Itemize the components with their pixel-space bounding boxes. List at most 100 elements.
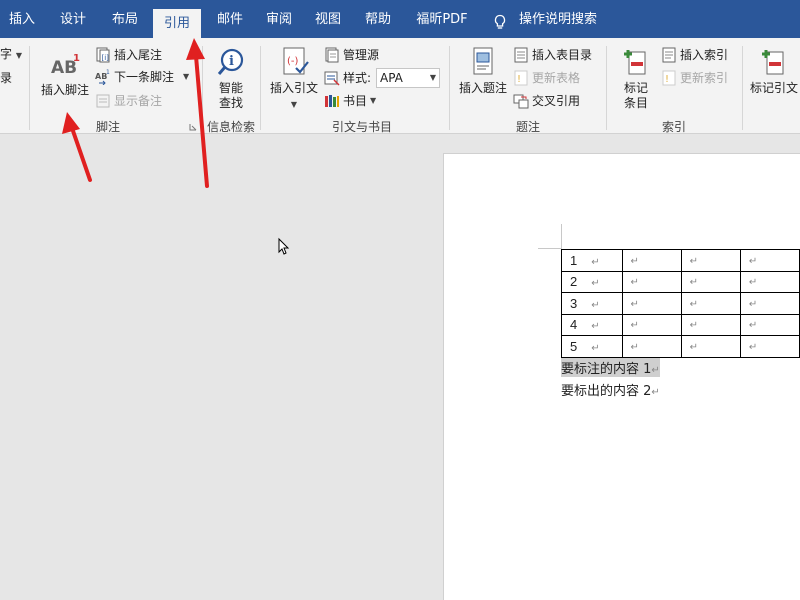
tell-me-label: 操作说明搜索 [519,12,598,27]
show-notes-icon [96,94,110,108]
table-cell[interactable]: 3 ↵ [561,292,623,315]
next-footnote-icon: AB 1 [95,69,110,85]
table-cell[interactable]: ↵ [621,292,682,315]
table-cell[interactable]: 1 ↵ [561,249,623,272]
margin-marker-horizontal [538,248,562,249]
citation-style-value: APA [380,71,403,85]
table-row: 3 ↵ ↵ ↵ ↵ [561,292,800,315]
table-cell[interactable]: ↵ [621,313,682,336]
table-cell[interactable]: ↵ [680,335,741,358]
dropdown-caret-icon: ▼ [15,51,22,60]
table-cell[interactable]: ↵ [621,335,682,358]
table-cell[interactable]: 5 ↵ [561,335,623,358]
svg-text:i: i [229,54,234,69]
table-cell[interactable]: ↵ [621,249,682,272]
tab-foxit-pdf[interactable]: 福昕PDF [406,0,478,38]
group-separator [260,46,261,130]
table-cell[interactable]: ↵ [680,270,741,293]
table-cell[interactable]: ↵ [680,249,741,272]
tab-help[interactable]: 帮助 [355,0,401,38]
bibliography-icon [325,95,339,107]
insert-citation-button[interactable]: (-) 插入引文 ▼ [267,46,321,110]
svg-text:1: 1 [73,53,80,64]
insert-citation-icon: (-) [283,47,309,75]
svg-text:!: ! [665,74,669,85]
partial-left-item-1[interactable]: 字 ▼ [0,44,22,64]
insert-table-of-figures-label: 插入表目录 [532,48,593,62]
svg-text:[i]: [i] [102,54,110,62]
table-row: 5 ↵ ↵ ↵ ↵ [561,335,800,358]
table-cell[interactable]: ↵ [739,249,800,272]
table-row: 2 ↵ ↵ ↵ ↵ [561,270,800,293]
svg-text:!: ! [517,74,521,85]
table-cell[interactable]: ↵ [739,270,800,293]
bibliography-label: 书目 [343,94,368,108]
partial-left-item-2[interactable]: 录 [0,68,12,88]
group-separator [449,46,450,130]
table-cell[interactable]: ↵ [739,335,800,358]
dropdown-caret-icon: ▼ [370,96,377,105]
group-separator [202,46,203,130]
table-cell[interactable]: ↵ [739,292,800,315]
tab-view[interactable]: 视图 [305,0,351,38]
mark-entry-icon [624,50,646,75]
document-table[interactable]: 1 ↵ ↵ ↵ ↵ 2 ↵ ↵ ↵ ↵ 3 ↵ ↵ ↵ ↵ 4 ↵ ↵ ↵ ↵ 5 ↵ ↵… [561,249,800,358]
document-line-2[interactable]: 要标出的内容 2↵ [561,380,660,399]
group-separator [606,46,607,130]
group-separator [742,46,743,130]
lightbulb-icon [494,14,506,29]
dropdown-caret-icon: ▼ [290,100,298,109]
dropdown-caret-icon: ▼ [183,72,190,81]
update-index-label: 更新索引 [680,71,729,85]
mark-citation-icon [762,50,784,75]
style-label: 样式: [343,71,372,85]
insert-endnote-label: 插入尾注 [114,48,163,62]
table-cell[interactable]: ↵ [680,292,741,315]
mouse-cursor-icon [278,237,290,255]
insert-caption-button[interactable]: 插入题注 [456,46,510,96]
tab-design[interactable]: 设计 [50,0,96,38]
dropdown-caret-icon: ▼ [429,73,436,82]
citations-group-label: 引文与书目 [331,120,392,134]
insert-footnote-button[interactable]: AB 1 插入脚注 [38,50,92,98]
dialog-launcher-icon[interactable] [189,123,197,131]
table-cell[interactable]: ↵ [680,313,741,336]
insert-citation-label: 插入引文 [269,81,318,95]
manage-sources-label: 管理源 [343,48,380,62]
svg-text:1: 1 [106,69,110,76]
tab-references[interactable]: 引用 [153,9,201,38]
tab-mailings[interactable]: 邮件 [207,0,253,38]
tab-review[interactable]: 审阅 [256,0,302,38]
footnotes-group-label: 脚注 [95,120,120,134]
citation-style-select[interactable]: APA ▼ [376,68,440,88]
table-cell[interactable]: ↵ [739,313,800,336]
mark-entry-label-1: 标记 [623,81,648,95]
smart-lookup-button[interactable]: i 智能 查找 [208,46,254,111]
insert-caption-label: 插入题注 [458,81,507,95]
group-separator [29,46,30,130]
footnote-icon: AB 1 [51,53,80,78]
ribbon-panel: 字 ▼ 录 AB 1 插入脚注 [i] 插入尾注 AB 1 下一条脚注 ▼ 显示… [0,38,800,134]
update-index-icon: ! [662,70,676,86]
smart-lookup-label-2: 查找 [218,96,243,110]
tab-layout[interactable]: 布局 [102,0,148,38]
show-notes-label: 显示备注 [114,94,163,108]
smart-lookup-icon: i [217,48,244,75]
table-cell[interactable]: 2 ↵ [561,270,623,293]
document-line-1[interactable]: 要标注的内容 1↵ [561,358,660,377]
smart-lookup-label-1: 智能 [218,81,243,95]
margin-marker-vertical [561,224,562,249]
insert-index-label: 插入索引 [680,48,729,62]
mark-entry-label-2: 条目 [623,96,648,110]
insert-index-icon [662,47,676,63]
table-cell[interactable]: 4 ↵ [561,313,623,336]
update-table-icon: ! [514,70,528,86]
table-of-figures-icon [514,47,528,63]
tab-insert[interactable]: 插入 [0,0,44,38]
table-cell[interactable]: ↵ [621,270,682,293]
table-row: 4 ↵ ↵ ↵ ↵ [561,313,800,336]
insert-footnote-label: 插入脚注 [40,83,89,97]
mark-citation-button[interactable]: 标记引文 [748,46,800,96]
mark-entry-button[interactable]: 标记 条目 [614,46,658,111]
next-footnote-label: 下一条脚注 [114,70,175,84]
